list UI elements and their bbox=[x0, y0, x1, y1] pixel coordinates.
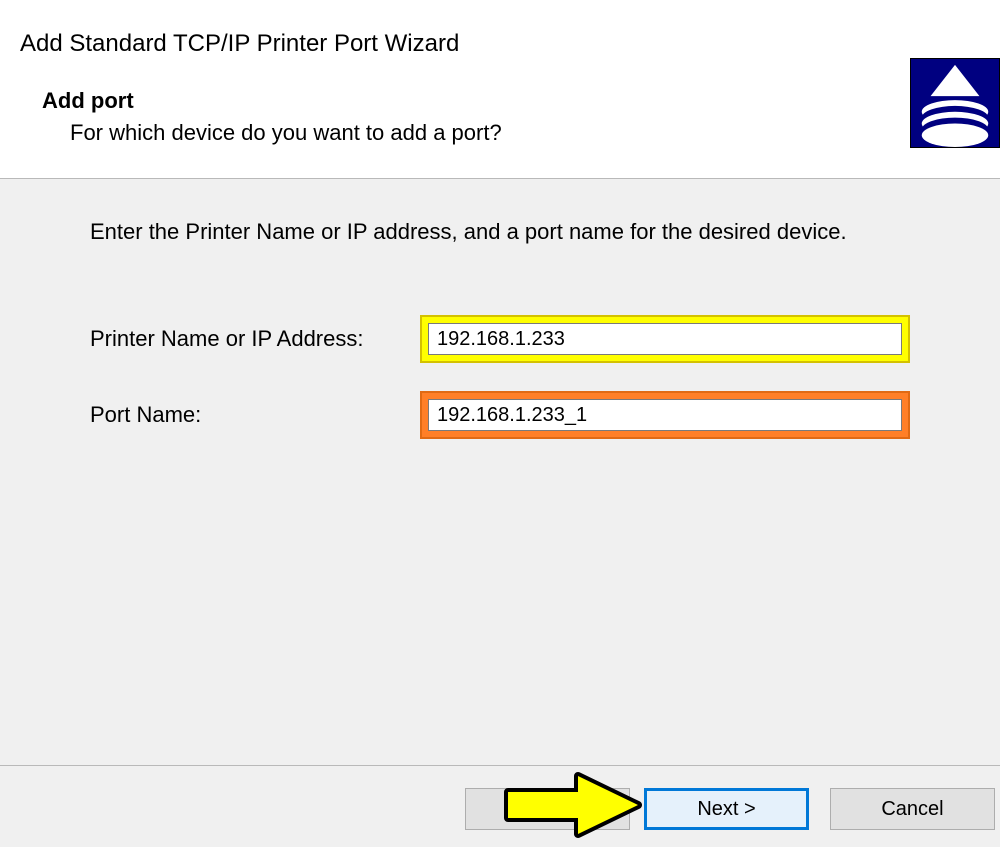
wizard-window: Add Standard TCP/IP Printer Port Wizard … bbox=[0, 0, 1000, 848]
ip-input[interactable] bbox=[428, 323, 902, 355]
header-subtitle: For which device do you want to add a po… bbox=[42, 120, 1000, 146]
back-button[interactable]: < Back bbox=[465, 788, 630, 830]
next-button[interactable]: Next > bbox=[644, 788, 809, 830]
wizard-body: Enter the Printer Name or IP address, an… bbox=[0, 179, 1000, 765]
port-input[interactable] bbox=[428, 399, 902, 431]
instruction-text: Enter the Printer Name or IP address, an… bbox=[90, 219, 910, 245]
cancel-button[interactable]: Cancel bbox=[830, 788, 995, 830]
ip-label: Printer Name or IP Address: bbox=[90, 326, 420, 352]
printer-icon bbox=[910, 58, 1000, 148]
wizard-header: Add port For which device do you want to… bbox=[0, 58, 1000, 178]
port-label: Port Name: bbox=[90, 402, 420, 428]
ip-highlight bbox=[420, 315, 910, 363]
port-form: Printer Name or IP Address: Port Name: bbox=[90, 315, 910, 439]
ip-row: Printer Name or IP Address: bbox=[90, 315, 910, 363]
port-highlight bbox=[420, 391, 910, 439]
header-heading: Add port bbox=[42, 88, 1000, 114]
port-row: Port Name: bbox=[90, 391, 910, 439]
window-title: Add Standard TCP/IP Printer Port Wizard bbox=[0, 0, 1000, 58]
wizard-footer: < Back Next > Cancel bbox=[0, 765, 1000, 847]
